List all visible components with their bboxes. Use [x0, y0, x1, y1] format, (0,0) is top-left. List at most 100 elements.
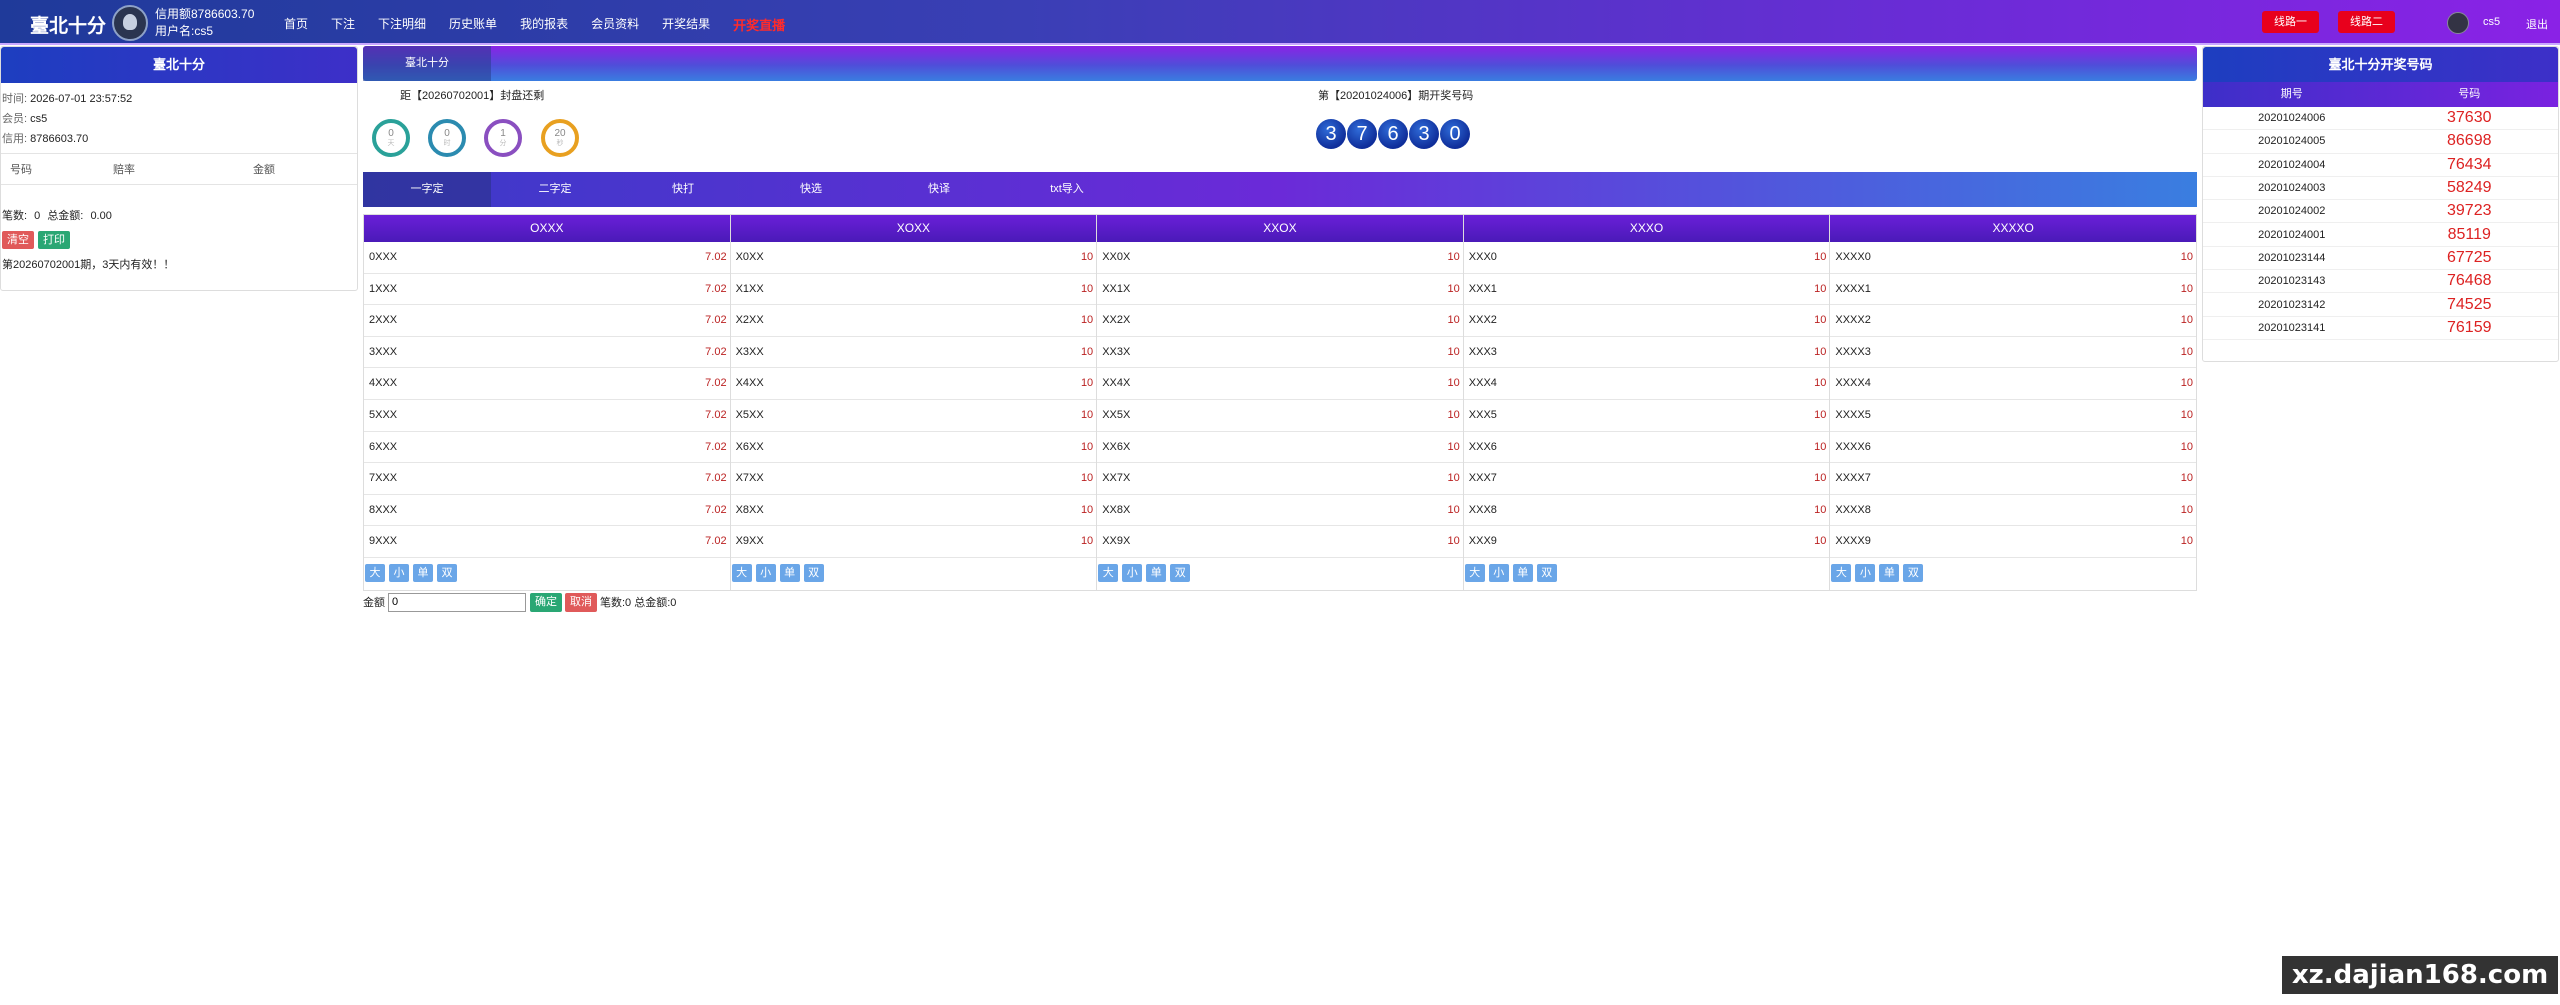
bet-row[interactable]: X2XX 10 — [730, 305, 1097, 337]
tab-two-digit[interactable]: 二字定 — [491, 172, 619, 207]
odd-button[interactable]: 单 — [1512, 563, 1533, 582]
bet-row[interactable]: XXXX6 10 — [1830, 432, 2196, 464]
bet-code: XX6X — [1102, 440, 1131, 453]
clear-button[interactable]: 清空 — [2, 231, 34, 249]
even-button[interactable]: 双 — [437, 563, 457, 582]
cancel-button[interactable]: 取消 — [565, 592, 597, 612]
bet-row[interactable]: XXX4 10 — [1463, 368, 1830, 400]
bet-row[interactable]: 4XXX 7.02 — [364, 368, 730, 400]
bet-row[interactable]: XX1X 10 — [1097, 274, 1463, 306]
bet-row[interactable]: XX3X 10 — [1097, 337, 1463, 369]
small-button[interactable]: 小 — [389, 563, 409, 582]
bet-row[interactable]: XXX0 10 — [1463, 242, 1830, 274]
nav-live-draw[interactable]: 开奖直播 — [733, 15, 785, 34]
tab-one-digit[interactable]: 一字定 — [363, 172, 491, 207]
odd-button[interactable]: 单 — [1146, 563, 1167, 582]
bet-row[interactable]: XXXX4 10 — [1830, 368, 2196, 400]
small-button[interactable]: 小 — [1488, 563, 1509, 582]
bet-row[interactable]: XX9X 10 — [1097, 526, 1463, 558]
bet-row[interactable]: XXX7 10 — [1463, 463, 1830, 495]
tab-quick-select[interactable]: 快选 — [747, 172, 875, 207]
big-button[interactable]: 大 — [731, 563, 752, 582]
bet-row[interactable]: X1XX 10 — [730, 274, 1097, 306]
bet-row[interactable]: XXX5 10 — [1463, 400, 1830, 432]
bet-row[interactable]: XXXX8 10 — [1830, 495, 2196, 527]
even-button[interactable]: 双 — [803, 563, 824, 582]
nav-bet[interactable]: 下注 — [331, 15, 355, 34]
bet-code: X5XX — [735, 408, 764, 421]
bet-row[interactable]: XX7X 10 — [1097, 463, 1463, 495]
result-number: 74525 — [2447, 295, 2492, 313]
bet-row[interactable]: X5XX 10 — [730, 400, 1097, 432]
small-button[interactable]: 小 — [755, 563, 776, 582]
logout-link[interactable]: 退出 — [2526, 16, 2548, 32]
nav-history[interactable]: 历史账单 — [449, 15, 497, 34]
nav-home[interactable]: 首页 — [284, 15, 308, 34]
bet-row[interactable]: XXX1 10 — [1463, 274, 1830, 306]
bet-row[interactable]: XXXX2 10 — [1830, 305, 2196, 337]
bet-row[interactable]: XX5X 10 — [1097, 400, 1463, 432]
small-button[interactable]: 小 — [1122, 563, 1143, 582]
tab-taipei[interactable]: 臺北十分 — [363, 46, 491, 81]
bet-row[interactable]: XXXX7 10 — [1830, 463, 2196, 495]
bet-row[interactable]: X8XX 10 — [730, 495, 1097, 527]
bet-code: XXX0 — [1468, 251, 1497, 263]
big-button[interactable]: 大 — [1098, 563, 1119, 582]
column-header: XXXXO — [1830, 215, 2196, 242]
nav-report[interactable]: 我的报表 — [520, 15, 568, 34]
tab-txt-import[interactable]: txt导入 — [1003, 172, 1131, 207]
even-button[interactable]: 双 — [1536, 563, 1557, 582]
bet-row[interactable]: XX4X 10 — [1097, 368, 1463, 400]
odd-button[interactable]: 单 — [1879, 563, 1900, 582]
bet-row[interactable]: XXX6 10 — [1463, 432, 1830, 464]
bet-row[interactable]: 5XXX 7.02 — [364, 400, 730, 432]
bet-row[interactable]: XX6X 10 — [1097, 432, 1463, 464]
amount-input[interactable] — [388, 592, 526, 612]
odd-button[interactable]: 单 — [779, 563, 800, 582]
tab-quick-translate[interactable]: 快译 — [875, 172, 1003, 207]
bet-row[interactable]: X7XX 10 — [730, 463, 1097, 495]
bet-row[interactable]: 2XXX 7.02 — [364, 305, 730, 337]
small-button[interactable]: 小 — [1855, 563, 1876, 582]
confirm-button[interactable]: 确定 — [530, 592, 562, 612]
bet-row[interactable]: X6XX 10 — [730, 432, 1097, 464]
bet-row[interactable]: X0XX 10 — [730, 242, 1097, 274]
bet-row[interactable]: XXX9 10 — [1463, 526, 1830, 558]
even-button[interactable]: 双 — [1170, 563, 1191, 582]
bet-row[interactable]: X4XX 10 — [730, 368, 1097, 400]
bet-row[interactable]: XX0X 10 — [1097, 242, 1463, 274]
bet-row[interactable]: XX2X 10 — [1097, 305, 1463, 337]
bet-code: XXX7 — [1468, 472, 1497, 485]
bet-row[interactable]: 3XXX 7.02 — [364, 337, 730, 369]
print-button[interactable]: 打印 — [38, 231, 70, 249]
bet-row[interactable]: 9XXX 7.02 — [364, 526, 730, 558]
big-button[interactable]: 大 — [1464, 563, 1485, 582]
nav-profile[interactable]: 会员资料 — [591, 15, 639, 34]
bet-row[interactable]: XXXX0 10 — [1830, 242, 2196, 274]
bet-row[interactable]: XXX2 10 — [1463, 305, 1830, 337]
line-one-button[interactable]: 线路一 — [2262, 11, 2319, 33]
tab-quick-bet[interactable]: 快打 — [619, 172, 747, 207]
bet-row[interactable]: 6XXX 7.02 — [364, 432, 730, 464]
bet-row[interactable]: XX8X 10 — [1097, 495, 1463, 527]
bet-row[interactable]: XXXX9 10 — [1830, 526, 2196, 558]
bet-row[interactable]: XXXX5 10 — [1830, 400, 2196, 432]
bet-row[interactable]: 7XXX 7.02 — [364, 463, 730, 495]
even-button[interactable]: 双 — [1903, 563, 1924, 582]
bet-row[interactable]: 1XXX 7.02 — [364, 274, 730, 306]
big-button[interactable]: 大 — [365, 563, 385, 582]
member-value: cs5 — [30, 113, 48, 125]
bet-row[interactable]: XXX3 10 — [1463, 337, 1830, 369]
odd-button[interactable]: 单 — [413, 563, 433, 582]
bet-row[interactable]: X9XX 10 — [730, 526, 1097, 558]
bet-row[interactable]: XXX8 10 — [1463, 495, 1830, 527]
line-two-button[interactable]: 线路二 — [2338, 11, 2395, 33]
nav-results[interactable]: 开奖结果 — [662, 15, 710, 34]
bet-row[interactable]: 0XXX 7.02 — [364, 242, 730, 274]
nav-bet-detail[interactable]: 下注明细 — [378, 15, 426, 34]
bet-row[interactable]: 8XXX 7.02 — [364, 495, 730, 527]
bet-row[interactable]: XXXX1 10 — [1830, 274, 2196, 306]
bet-row[interactable]: X3XX 10 — [730, 337, 1097, 369]
big-button[interactable]: 大 — [1831, 563, 1852, 582]
bet-row[interactable]: XXXX3 10 — [1830, 337, 2196, 369]
